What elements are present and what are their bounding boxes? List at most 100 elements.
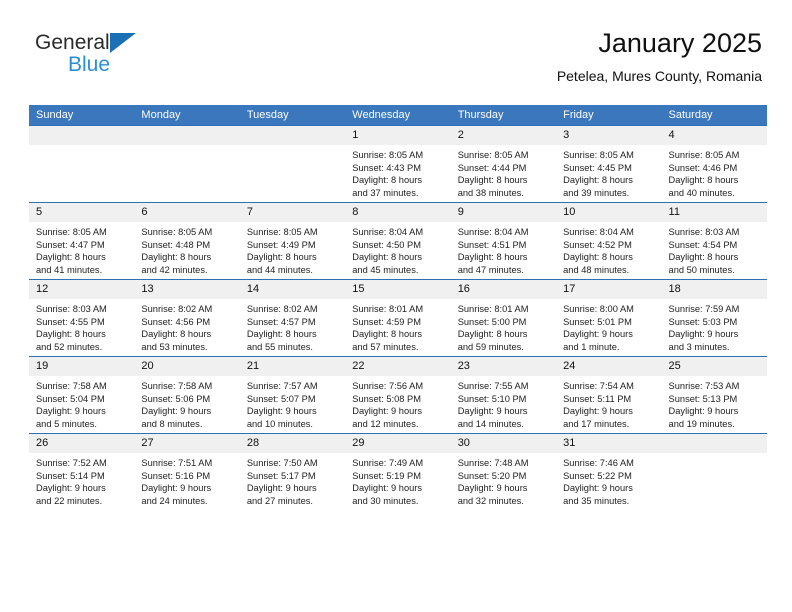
sunset-text: Sunset: 5:00 PM bbox=[457, 316, 527, 327]
day-number: 1 bbox=[345, 126, 451, 145]
calendar-day-cell[interactable]: 29 Sunrise: 7:49 AM Sunset: 5:19 PM Dayligh… bbox=[345, 433, 451, 510]
day-details: Sunrise: 7:58 AM Sunset: 5:04 PM Daylight:… bbox=[29, 376, 134, 430]
day-number: 5 bbox=[29, 203, 135, 222]
day-details: Sunrise: 8:00 AM Sunset: 5:01 PM Daylight:… bbox=[556, 299, 661, 353]
sunrise-text: Sunrise: 8:00 AM bbox=[563, 304, 634, 314]
calendar-day-cell[interactable]: 3 Sunrise: 8:05 AM Sunset: 4:45 PM Daylight… bbox=[556, 125, 662, 203]
calendar-header-row: Sunday Monday Tuesday Wednesday Thursday Frid… bbox=[29, 105, 767, 126]
day-details: Sunrise: 7:49 AM Sunset: 5:19 PM Daylight:… bbox=[345, 453, 450, 507]
calendar-day-cell[interactable]: 15 Sunrise: 8:01 AM Sunset: 4:59 PM Dayligh… bbox=[345, 279, 451, 357]
calendar-day-cell[interactable]: 9 Sunrise: 8:04 AM Sunset: 4:51 PM Daylight… bbox=[450, 202, 557, 280]
calendar-day-cell[interactable]: 1 Sunrise: 8:05 AM Sunset: 4:43 PM Daylight… bbox=[345, 125, 451, 203]
calendar-day-cell[interactable]: 26 Sunrise: 7:52 AM Sunset: 5:14 PM Dayligh… bbox=[29, 433, 135, 510]
calendar-day-cell[interactable]: 20 Sunrise: 7:58 AM Sunset: 5:06 PM Dayligh… bbox=[134, 356, 240, 434]
day-details: Sunrise: 8:03 AM Sunset: 4:55 PM Daylight:… bbox=[29, 299, 134, 353]
daylight-text-line1: Daylight: 8 hours bbox=[563, 252, 633, 263]
day-details: Sunrise: 8:03 AM Sunset: 4:54 PM Daylight:… bbox=[662, 222, 767, 276]
calendar-day-cell[interactable]: 27 Sunrise: 7:51 AM Sunset: 5:16 PM Dayligh… bbox=[134, 433, 240, 510]
sunset-text: Sunset: 4:47 PM bbox=[36, 239, 105, 250]
sunrise-text: Sunrise: 8:05 AM bbox=[36, 227, 107, 237]
calendar-day-cell[interactable]: 7 Sunrise: 8:05 AM Sunset: 4:49 PM Daylight… bbox=[239, 202, 346, 280]
daylight-text-line1: Daylight: 9 hours bbox=[246, 483, 317, 494]
sunrise-text: Sunrise: 7:49 AM bbox=[352, 458, 424, 468]
day-number: 10 bbox=[556, 203, 662, 222]
daylight-text-line2: and 22 minutes. bbox=[36, 495, 103, 506]
daylight-text-line1: Daylight: 8 hours bbox=[36, 252, 106, 263]
calendar-week-row: 5 Sunrise: 8:05 AM Sunset: 4:47 PM Daylight… bbox=[29, 202, 767, 280]
title-block: January 2025 Petelea, Mures County, Roma… bbox=[557, 26, 762, 86]
sunset-text: Sunset: 4:56 PM bbox=[141, 316, 211, 327]
calendar-week-row: 1 Sunrise: 8:05 AM Sunset: 4:43 PM Daylight… bbox=[29, 125, 767, 203]
calendar-day-cell[interactable]: 16 Sunrise: 8:01 AM Sunset: 5:00 PM Dayligh… bbox=[450, 279, 557, 357]
daylight-text-line2: and 17 minutes. bbox=[563, 418, 630, 429]
daylight-text-line1: Daylight: 8 hours bbox=[668, 252, 739, 263]
weekday-header-monday: Monday bbox=[134, 105, 240, 126]
daylight-text-line2: and 32 minutes. bbox=[457, 495, 524, 506]
calendar-day-cell[interactable]: 23 Sunrise: 7:55 AM Sunset: 5:10 PM Dayligh… bbox=[450, 356, 557, 434]
daylight-text-line1: Daylight: 8 hours bbox=[141, 252, 212, 263]
daylight-text-line1: Daylight: 9 hours bbox=[668, 329, 739, 340]
day-number: 16 bbox=[450, 280, 557, 299]
calendar-day-cell[interactable]: 11 Sunrise: 8:03 AM Sunset: 4:54 PM Dayligh… bbox=[661, 202, 767, 280]
calendar-day-cell[interactable]: 17 Sunrise: 8:00 AM Sunset: 5:01 PM Dayligh… bbox=[556, 279, 662, 357]
daylight-text-line2: and 55 minutes. bbox=[246, 341, 313, 352]
day-details: Sunrise: 7:46 AM Sunset: 5:22 PM Daylight:… bbox=[556, 453, 661, 507]
calendar-day-cell[interactable]: 25 Sunrise: 7:53 AM Sunset: 5:13 PM Dayligh… bbox=[661, 356, 767, 434]
day-number: 12 bbox=[29, 280, 135, 299]
day-details: Sunrise: 8:05 AM Sunset: 4:45 PM Daylight:… bbox=[556, 145, 661, 199]
calendar-day-cell[interactable]: 13 Sunrise: 8:02 AM Sunset: 4:56 PM Dayligh… bbox=[134, 279, 240, 357]
day-number: 18 bbox=[661, 280, 767, 299]
calendar-day-cell[interactable]: 19 Sunrise: 7:58 AM Sunset: 5:04 PM Dayligh… bbox=[29, 356, 135, 434]
calendar-day-cell[interactable]: 24 Sunrise: 7:54 AM Sunset: 5:11 PM Dayligh… bbox=[556, 356, 662, 434]
sunrise-text: Sunrise: 7:46 AM bbox=[563, 458, 634, 468]
calendar-day-cell[interactable]: 12 Sunrise: 8:03 AM Sunset: 4:55 PM Dayligh… bbox=[29, 279, 135, 357]
daylight-text-line1: Daylight: 8 hours bbox=[457, 329, 528, 340]
day-details: Sunrise: 7:54 AM Sunset: 5:11 PM Daylight:… bbox=[556, 376, 661, 430]
day-details: Sunrise: 7:58 AM Sunset: 5:06 PM Daylight:… bbox=[134, 376, 239, 430]
sunrise-text: Sunrise: 8:04 AM bbox=[352, 227, 424, 237]
sunset-text: Sunset: 5:17 PM bbox=[246, 470, 316, 481]
sunset-text: Sunset: 4:59 PM bbox=[352, 316, 421, 327]
day-number: 25 bbox=[661, 357, 767, 376]
calendar-day-cell[interactable]: 6 Sunrise: 8:05 AM Sunset: 4:48 PM Daylight… bbox=[134, 202, 240, 280]
calendar-day-cell[interactable]: 8 Sunrise: 8:04 AM Sunset: 4:50 PM Daylight… bbox=[345, 202, 451, 280]
day-number: 9 bbox=[450, 203, 557, 222]
calendar-day-cell[interactable]: 30 Sunrise: 7:48 AM Sunset: 5:20 PM Dayligh… bbox=[450, 433, 557, 510]
day-number bbox=[134, 126, 240, 145]
calendar-day-cell[interactable]: 4 Sunrise: 8:05 AM Sunset: 4:46 PM Daylight… bbox=[661, 125, 767, 203]
calendar-day-cell[interactable]: 21 Sunrise: 7:57 AM Sunset: 5:07 PM Dayligh… bbox=[239, 356, 346, 434]
calendar-day-cell-empty bbox=[239, 125, 346, 203]
sunset-text: Sunset: 5:13 PM bbox=[668, 393, 738, 404]
day-number: 8 bbox=[345, 203, 451, 222]
daylight-text-line2: and 10 minutes. bbox=[246, 418, 313, 429]
daylight-text-line2: and 5 minutes. bbox=[36, 418, 97, 429]
daylight-text-line2: and 40 minutes. bbox=[668, 187, 735, 198]
day-number: 7 bbox=[239, 203, 346, 222]
sunset-text: Sunset: 4:46 PM bbox=[668, 162, 738, 173]
calendar-day-cell[interactable]: 22 Sunrise: 7:56 AM Sunset: 5:08 PM Dayligh… bbox=[345, 356, 451, 434]
calendar-day-cell[interactable]: 28 Sunrise: 7:50 AM Sunset: 5:17 PM Dayligh… bbox=[239, 433, 346, 510]
calendar-day-cell[interactable]: 10 Sunrise: 8:04 AM Sunset: 4:52 PM Dayligh… bbox=[556, 202, 662, 280]
day-number bbox=[239, 126, 346, 145]
daylight-text-line2: and 59 minutes. bbox=[457, 341, 524, 352]
calendar-day-cell[interactable]: 5 Sunrise: 8:05 AM Sunset: 4:47 PM Daylight… bbox=[29, 202, 135, 280]
logo-text-general: General bbox=[35, 31, 110, 54]
calendar-day-cell[interactable]: 2 Sunrise: 8:05 AM Sunset: 4:44 PM Daylight… bbox=[450, 125, 557, 203]
sunset-text: Sunset: 4:43 PM bbox=[352, 162, 421, 173]
weekday-header-friday: Friday bbox=[556, 105, 662, 126]
sunset-text: Sunset: 5:08 PM bbox=[352, 393, 421, 404]
day-details: Sunrise: 8:01 AM Sunset: 4:59 PM Daylight:… bbox=[345, 299, 450, 353]
day-number: 23 bbox=[450, 357, 557, 376]
daylight-text-line1: Daylight: 9 hours bbox=[563, 483, 633, 494]
calendar-day-cell[interactable]: 31 Sunrise: 7:46 AM Sunset: 5:22 PM Dayligh… bbox=[556, 433, 662, 510]
calendar-day-cell[interactable]: 14 Sunrise: 8:02 AM Sunset: 4:57 PM Dayligh… bbox=[239, 279, 346, 357]
general-blue-logo: General Blue bbox=[35, 31, 235, 85]
daylight-text-line1: Daylight: 8 hours bbox=[352, 175, 423, 186]
sunrise-text: Sunrise: 8:04 AM bbox=[563, 227, 634, 237]
sunrise-text: Sunrise: 8:03 AM bbox=[36, 304, 107, 314]
day-details: Sunrise: 7:48 AM Sunset: 5:20 PM Daylight:… bbox=[451, 453, 556, 507]
sunrise-text: Sunrise: 7:54 AM bbox=[563, 381, 634, 391]
calendar-day-cell[interactable]: 18 Sunrise: 7:59 AM Sunset: 5:03 PM Dayligh… bbox=[661, 279, 767, 357]
daylight-text-line1: Daylight: 9 hours bbox=[457, 483, 528, 494]
sunrise-text: Sunrise: 7:58 AM bbox=[141, 381, 213, 391]
